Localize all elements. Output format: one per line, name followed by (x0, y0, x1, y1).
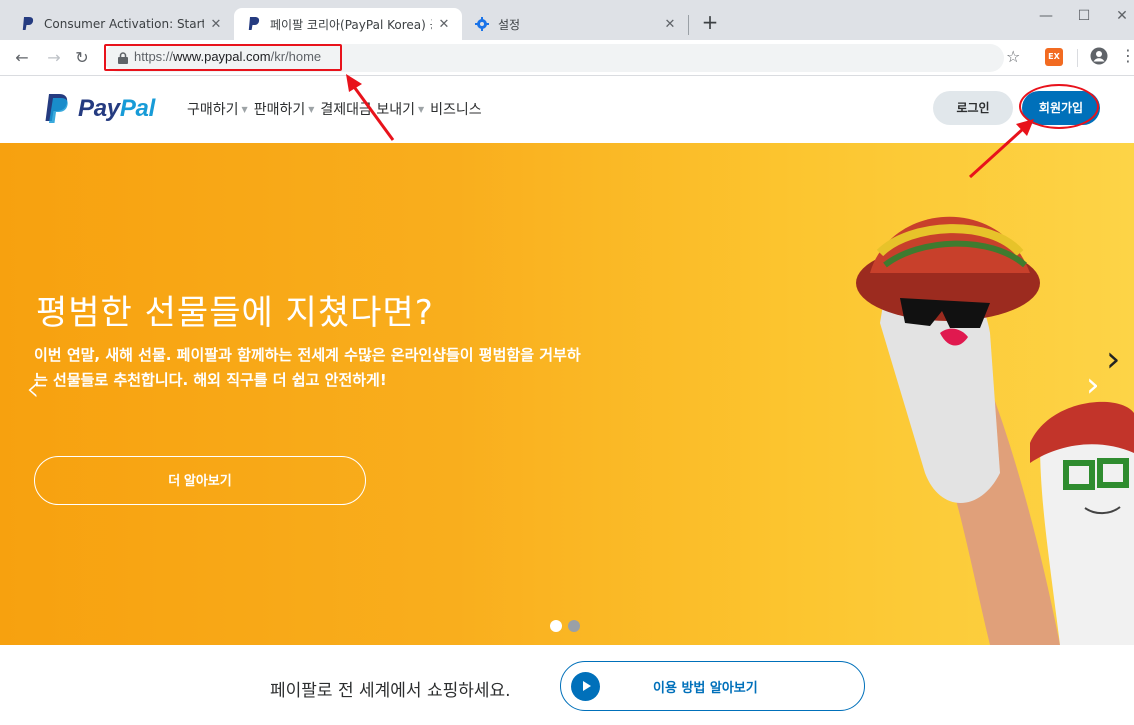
browser-menu-icon[interactable]: ⋮ (1120, 46, 1134, 65)
nav-item-label: 구매하기 (187, 102, 239, 118)
toolbar-divider (1077, 49, 1078, 67)
chevron-down-icon: ▼ (241, 104, 248, 114)
close-window-icon[interactable]: ✕ (1104, 4, 1134, 28)
back-icon[interactable]: ← (12, 48, 32, 68)
carousel-dot-active[interactable] (550, 620, 562, 632)
extension-icon[interactable]: EX (1045, 48, 1063, 66)
how-to-use-label: 이용 방법 알아보기 (653, 681, 758, 696)
play-icon (571, 672, 600, 701)
maximize-icon[interactable]: ☐ (1066, 4, 1102, 28)
carousel-dots (550, 620, 586, 632)
logo-word-pay: Pay (78, 95, 120, 122)
url-path: /kr/home (270, 49, 322, 64)
hero-headline: 평범한 선물들에 지쳤다면? (36, 293, 434, 333)
bookmark-star-icon[interactable]: ☆ (1006, 47, 1020, 66)
close-tab-icon[interactable]: ✕ (208, 16, 224, 32)
chevron-down-icon: ▼ (308, 104, 315, 114)
new-tab-button[interactable]: + (700, 10, 720, 34)
logo-word-pal: Pal (119, 95, 155, 122)
nav-item-send-payment[interactable]: 결제대금 보내기 ▼ (320, 99, 426, 119)
site-header: Pay Pal 구매하기 ▼ 판매하기 ▼ 결제대금 보내기 ▼ 비즈니스 로그인 회원… (0, 77, 1134, 143)
nav-item-label: 판매하기 (253, 102, 306, 118)
url-scheme: https:// (134, 49, 174, 64)
minimize-icon[interactable]: — (1028, 4, 1064, 28)
nav-item-sell[interactable]: 판매하기 ▼ (254, 99, 317, 119)
browser-tab-strip: Consumer Activation: Start Shop ✕ 페이팔 코리… (0, 0, 1134, 40)
tab-divider (688, 15, 689, 35)
nav-item-label: 비즈니스 (430, 102, 482, 118)
reload-icon[interactable]: ↻ (72, 48, 92, 68)
main-nav: 구매하기 ▼ 판매하기 ▼ 결제대금 보내기 ▼ 비즈니스 (187, 99, 486, 119)
browser-tab[interactable]: Consumer Activation: Start Shop ✕ (8, 8, 234, 40)
gear-icon (474, 16, 490, 32)
tab-title: 설정 (498, 17, 521, 32)
browser-tab-active[interactable]: 페이팔 코리아(PayPal Korea) 공 ✕ (234, 8, 462, 40)
chevron-right-icon[interactable]: › (1106, 339, 1120, 380)
paypal-icon (246, 16, 262, 32)
url-text[interactable]: https://www.paypal.com/kr/home (134, 49, 321, 64)
profile-icon[interactable] (1090, 47, 1108, 65)
chevron-down-icon: ▼ (418, 104, 425, 114)
close-tab-icon[interactable]: ✕ (662, 16, 678, 32)
carousel-next-icon[interactable]: › (1086, 365, 1100, 405)
shop-worldwide-strip: 페이팔로 전 세계에서 쇼핑하세요. 이용 방법 알아보기 (0, 645, 1134, 725)
signup-highlight-annotation (1019, 84, 1099, 129)
lock-icon (118, 52, 128, 64)
learn-more-button[interactable]: 더 알아보기 (34, 456, 366, 505)
close-tab-icon[interactable]: ✕ (436, 16, 452, 32)
tab-title: Consumer Activation: Start Shop (44, 17, 204, 31)
hero-body: 이번 연말, 새해 선물. 페이팔과 함께하는 전세계 수많은 온라인샵들이 평… (34, 346, 581, 389)
shop-worldwide-text: 페이팔로 전 세계에서 쇼핑하세요. (270, 681, 511, 701)
nav-item-buy[interactable]: 구매하기 ▼ (187, 99, 250, 119)
carousel-dot[interactable] (568, 620, 580, 632)
url-host: www.paypal.com (173, 49, 271, 64)
paypal-logo[interactable]: Pay Pal (44, 94, 155, 124)
login-button[interactable]: 로그인 (933, 91, 1013, 125)
nav-item-label: 결제대금 보내기 (320, 102, 415, 118)
hero-banner: 평범한 선물들에 지쳤다면? 이번 연말, 새해 선물. 페이팔과 함께하는 전… (0, 143, 1134, 645)
nav-item-business[interactable]: 비즈니스 (430, 99, 482, 119)
tab-title: 페이팔 코리아(PayPal Korea) 공 (270, 17, 432, 32)
browser-tab[interactable]: 설정 ✕ (462, 8, 688, 40)
how-to-use-button[interactable]: 이용 방법 알아보기 (560, 661, 865, 711)
paypal-icon (20, 16, 36, 32)
carousel-prev-icon[interactable]: ‹ (26, 369, 40, 409)
forward-icon[interactable]: → (44, 48, 64, 68)
paypal-mark-icon (45, 94, 68, 123)
